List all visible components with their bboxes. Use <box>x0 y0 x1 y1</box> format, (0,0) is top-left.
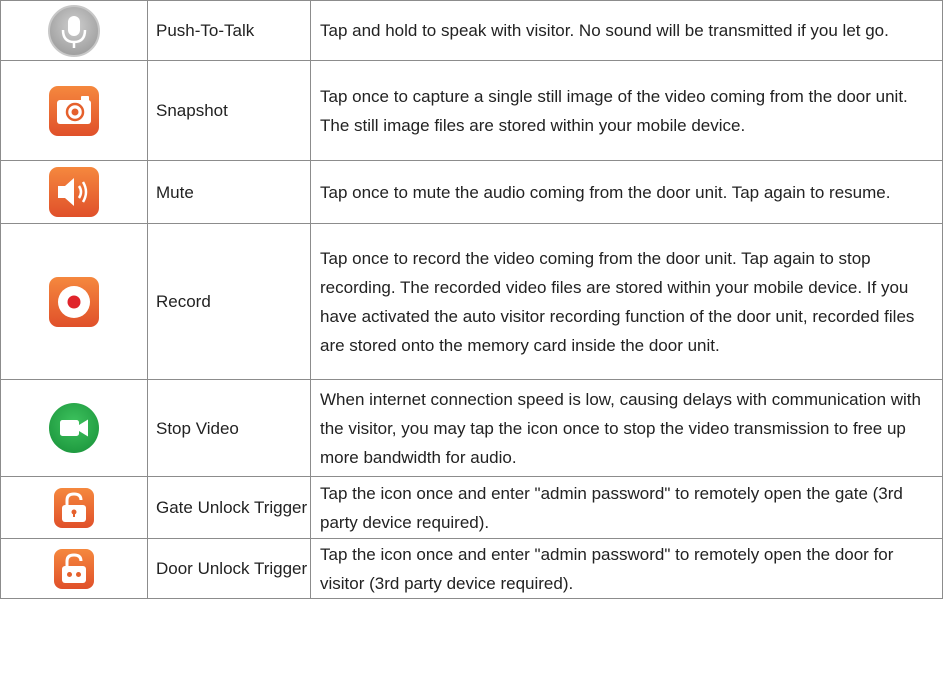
speaker-icon <box>47 165 101 219</box>
table-row: Mute Tap once to mute the audio coming f… <box>0 160 943 224</box>
camera-icon <box>47 84 101 138</box>
function-reference-table: Push-To-Talk Tap and hold to speak with … <box>0 0 943 599</box>
gate-unlock-icon <box>53 487 95 529</box>
row-name: Mute <box>147 160 311 224</box>
table-row: Record Tap once to record the video comi… <box>0 223 943 380</box>
row-name: Stop Video <box>147 379 311 477</box>
video-camera-icon <box>47 401 101 455</box>
table-row: Door Unlock Trigger Tap the icon once an… <box>0 538 943 599</box>
row-name: Record <box>147 223 311 380</box>
table-row: Snapshot Tap once to capture a single st… <box>0 60 943 161</box>
row-description: When internet connection speed is low, c… <box>320 389 921 467</box>
row-description: Tap once to capture a single still image… <box>320 86 908 135</box>
row-name: Door Unlock Trigger <box>147 538 311 599</box>
row-description: Tap once to record the video coming from… <box>320 248 915 355</box>
row-description: Tap and hold to speak with visitor. No s… <box>320 21 889 40</box>
table-row: Gate Unlock Trigger Tap the icon once an… <box>0 476 943 539</box>
door-unlock-icon <box>53 548 95 590</box>
row-name: Push-To-Talk <box>147 0 311 61</box>
table-row: Stop Video When internet connection spee… <box>0 379 943 477</box>
row-description: Tap once to mute the audio coming from t… <box>320 182 891 202</box>
row-name: Snapshot <box>147 60 311 161</box>
row-name: Gate Unlock Trigger <box>147 476 311 539</box>
row-description: Tap the icon once and enter "admin passw… <box>320 544 894 593</box>
table-row: Push-To-Talk Tap and hold to speak with … <box>0 0 943 61</box>
row-description: Tap the icon once and enter "admin passw… <box>320 483 903 532</box>
record-icon <box>47 275 101 329</box>
microphone-icon <box>47 4 101 58</box>
